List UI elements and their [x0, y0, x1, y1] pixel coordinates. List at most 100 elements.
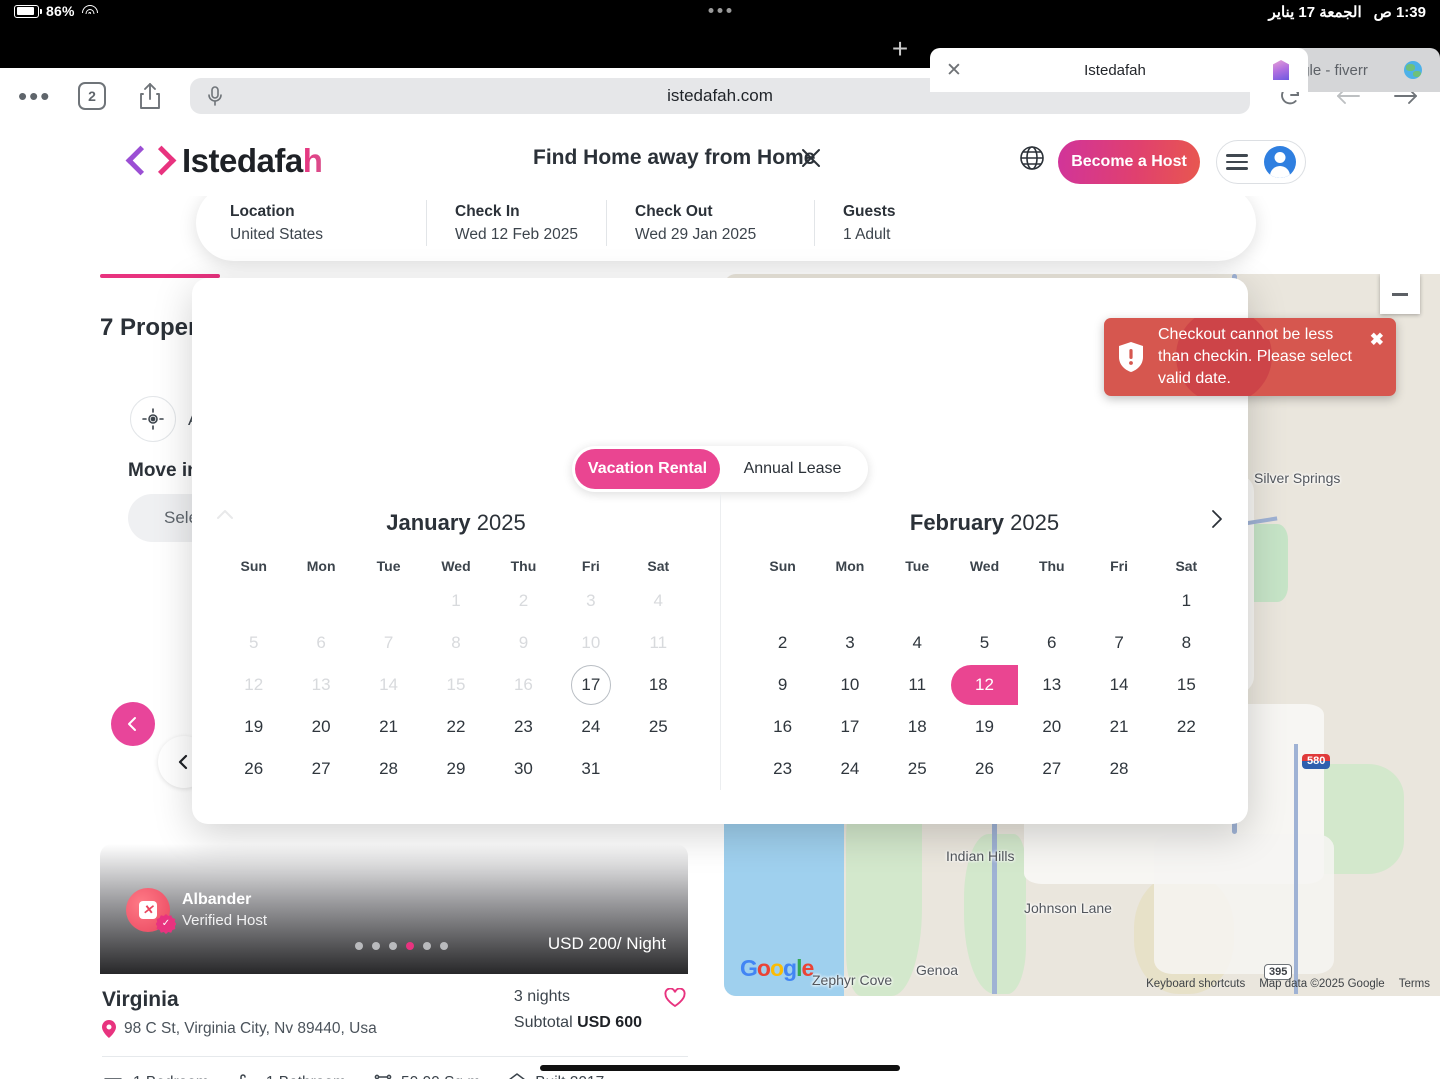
calendar-day-23[interactable]: 23	[490, 706, 557, 748]
close-icon[interactable]	[800, 147, 822, 169]
globe-icon[interactable]	[1019, 145, 1047, 173]
calendar-day-label: 4	[654, 591, 663, 611]
calendar-day-9[interactable]: 9	[749, 664, 816, 706]
calendar-day-27[interactable]: 27	[1018, 748, 1085, 790]
become-host-button[interactable]: Become a Host	[1058, 140, 1200, 184]
account-menu-button[interactable]	[1216, 140, 1306, 184]
calendar-day-16[interactable]: 16	[749, 706, 816, 748]
calendar-day-17[interactable]: 17	[557, 664, 624, 706]
weekday: Sat	[1153, 558, 1220, 574]
crosshair-icon[interactable]	[130, 396, 176, 442]
calendar-day-20[interactable]: 20	[1018, 706, 1085, 748]
calendar-day-24[interactable]: 24	[557, 706, 624, 748]
calendar-day-4[interactable]: 4	[884, 622, 951, 664]
calendar-day-26[interactable]: 26	[951, 748, 1018, 790]
calendar-day-7[interactable]: 7	[1085, 622, 1152, 664]
calendar-day-22[interactable]: 22	[1153, 706, 1220, 748]
subtotal-value: USD 600	[577, 1014, 642, 1031]
calendar-day-17[interactable]: 17	[816, 706, 883, 748]
calendar-day-label: 11	[649, 633, 667, 653]
calendar-day-21[interactable]: 21	[1085, 706, 1152, 748]
weekday: Thu	[490, 558, 557, 574]
calendar-day-22[interactable]: 22	[422, 706, 489, 748]
calendar-day-2[interactable]: 2	[749, 622, 816, 664]
calendar-day-28[interactable]: 28	[1085, 748, 1152, 790]
tab-annual-lease[interactable]: Annual Lease	[720, 449, 865, 489]
calendar-day-25[interactable]: 25	[884, 748, 951, 790]
search-field-guests[interactable]: Guests 1 Adult	[814, 200, 994, 246]
search-summary-bar[interactable]: Location United States Check In Wed 12 F…	[196, 185, 1256, 261]
rental-type-toggle[interactable]: Vacation Rental Annual Lease	[572, 446, 868, 492]
calendar-day-13[interactable]: 13	[1018, 664, 1085, 706]
diamond-logo-icon	[130, 140, 172, 182]
calendar-day-10[interactable]: 10	[816, 664, 883, 706]
calendar-day-29[interactable]: 29	[422, 748, 489, 790]
calendar-cell-empty	[951, 580, 1018, 622]
map-terms-link[interactable]: Terms	[1399, 978, 1430, 990]
calendar-day-25[interactable]: 25	[625, 706, 692, 748]
calendar-day-label: 2	[519, 591, 528, 611]
calendar-day-label: 22	[447, 717, 466, 737]
chevron-next-icon[interactable]	[1206, 508, 1230, 532]
weekday: Fri	[557, 558, 624, 574]
calendar-day-28[interactable]: 28	[355, 748, 422, 790]
carousel-dots[interactable]	[355, 942, 448, 950]
calendar-day-label: 23	[514, 717, 533, 737]
new-tab-button[interactable]: +	[884, 34, 916, 66]
site-logo[interactable]: Istedafah	[130, 140, 322, 182]
calendar-day-19[interactable]: 19	[951, 706, 1018, 748]
calendar-day-6[interactable]: 6	[1018, 622, 1085, 664]
calendar-day-11[interactable]: 11	[884, 664, 951, 706]
calendar-day-label: 14	[1110, 675, 1129, 695]
heart-icon[interactable]	[664, 988, 686, 1008]
calendar-day-18[interactable]: 18	[625, 664, 692, 706]
close-icon[interactable]: ✕	[946, 61, 966, 80]
calendar-day-5[interactable]: 5	[951, 622, 1018, 664]
more-icon[interactable]: •••	[18, 91, 51, 101]
chevron-prev-icon[interactable]	[214, 504, 238, 528]
calendar-day-26[interactable]: 26	[220, 748, 287, 790]
move-in-label: Move in	[128, 460, 199, 482]
tab-count-button[interactable]: 2	[78, 82, 106, 110]
calendar-day-19[interactable]: 19	[220, 706, 287, 748]
property-features: 1 Bedroom 1 Bathroom 50.00	[102, 1073, 686, 1079]
calendar-day-27[interactable]: 27	[287, 748, 354, 790]
calendar-day-1[interactable]: 1	[1153, 580, 1220, 622]
calendar-day-label: 24	[840, 759, 859, 779]
calendar-day-31[interactable]: 31	[557, 748, 624, 790]
search-field-checkin[interactable]: Check In Wed 12 Feb 2025	[426, 200, 606, 246]
search-field-checkout[interactable]: Check Out Wed 29 Jan 2025	[606, 200, 814, 246]
weekday-header: Sun Mon Tue Wed Thu Fri Sat	[749, 558, 1220, 574]
field-label: Location	[230, 203, 398, 221]
browser-tab-istedafah[interactable]: ✕ Istedafah	[930, 48, 1308, 92]
calendar-day-18[interactable]: 18	[884, 706, 951, 748]
hamburger-icon[interactable]	[1226, 154, 1248, 169]
calendar-day-15[interactable]: 15	[1153, 664, 1220, 706]
calendar-day-20[interactable]: 20	[287, 706, 354, 748]
calendars: January 2025 Sun Mon Tue Wed Thu Fri Sat…	[192, 494, 1248, 790]
calendar-day-14[interactable]: 14	[1085, 664, 1152, 706]
calendar-day-label: 28	[1110, 759, 1129, 779]
tab-vacation-rental[interactable]: Vacation Rental	[575, 449, 720, 489]
map-zoom-out-button[interactable]	[1380, 274, 1420, 314]
calendar-day-23[interactable]: 23	[749, 748, 816, 790]
calendar-day-3[interactable]: 3	[816, 622, 883, 664]
property-photo[interactable]: ✕ ✓ Albander Verified Host USD 200/ Nigh…	[100, 844, 688, 974]
area-icon	[374, 1074, 392, 1079]
user-avatar-icon[interactable]	[1264, 146, 1296, 178]
share-icon[interactable]	[136, 81, 164, 111]
bath-icon	[237, 1074, 257, 1079]
toast-message: Checkout cannot be less than checkin. Pl…	[1158, 324, 1366, 390]
carousel-prev-button[interactable]	[111, 702, 155, 746]
search-field-location[interactable]: Location United States	[196, 200, 426, 246]
close-icon[interactable]: ✖	[1370, 330, 1384, 350]
calendar-day-12[interactable]: 12	[951, 664, 1018, 706]
calendar-day-24[interactable]: 24	[816, 748, 883, 790]
keyboard-shortcuts-link[interactable]: Keyboard shortcuts	[1146, 978, 1245, 990]
microphone-icon[interactable]	[204, 85, 226, 107]
multitask-dots[interactable]	[709, 8, 732, 13]
calendar-day-30[interactable]: 30	[490, 748, 557, 790]
calendar-day-8[interactable]: 8	[1153, 622, 1220, 664]
property-card[interactable]: ✕ ✓ Albander Verified Host USD 200/ Nigh…	[100, 844, 688, 1079]
calendar-day-21[interactable]: 21	[355, 706, 422, 748]
